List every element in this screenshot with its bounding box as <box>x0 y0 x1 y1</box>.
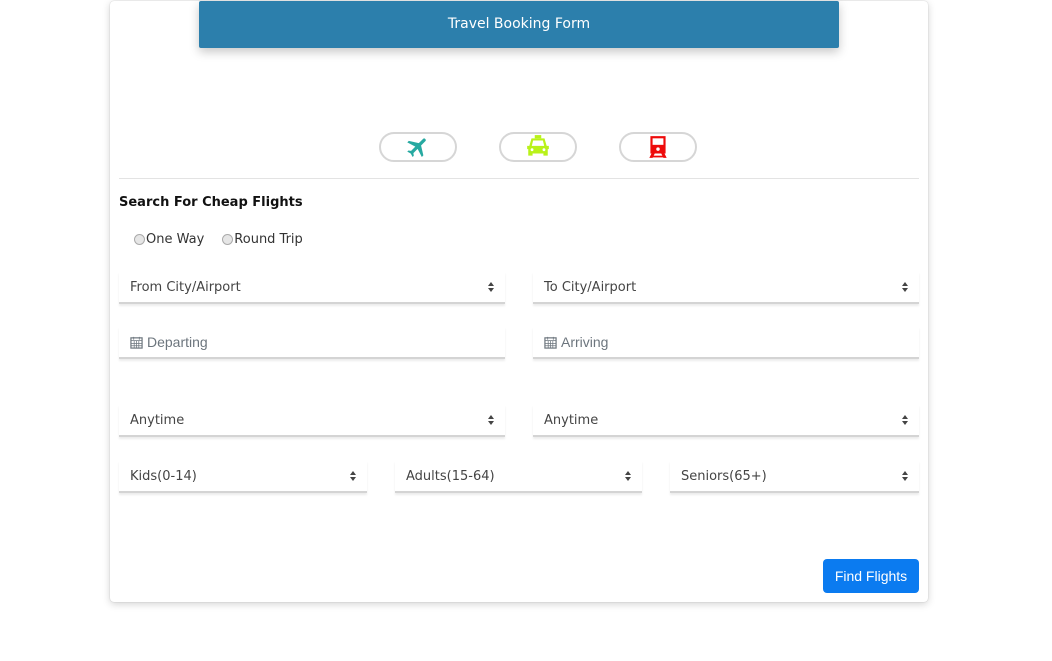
adults-select[interactable]: Adults(15-64) <box>395 461 642 493</box>
train-mode-button[interactable] <box>619 132 697 162</box>
radio-button[interactable] <box>222 234 234 245</box>
sort-arrows-icon <box>902 415 908 425</box>
select-value: From City/Airport <box>130 279 241 295</box>
placeholder-text: Arriving <box>561 334 609 350</box>
radio-label: Round Trip <box>234 232 303 247</box>
page-title: Travel Booking Form <box>199 1 839 48</box>
sort-arrows-icon <box>902 282 908 292</box>
select-value: Anytime <box>130 412 185 428</box>
radio-label: One Way <box>146 232 205 247</box>
taxi-icon <box>527 135 549 156</box>
departing-date-input[interactable]: Departing <box>119 327 505 359</box>
one-way-radio[interactable]: One Way <box>134 232 204 247</box>
find-flights-button[interactable]: Find Flights <box>823 559 919 593</box>
trip-type-group: One Way Round Trip <box>134 232 303 247</box>
sort-arrows-icon <box>902 471 908 481</box>
plane-icon <box>407 138 426 157</box>
radio-button[interactable] <box>134 234 145 245</box>
to-city-select[interactable]: To City/Airport <box>533 272 919 304</box>
from-city-select[interactable]: From City/Airport <box>119 272 505 304</box>
departure-time-select[interactable]: Anytime <box>119 405 505 437</box>
calendar-icon <box>544 336 557 349</box>
kids-select[interactable]: Kids(0-14) <box>119 461 367 493</box>
booking-card: Travel Booking Form Search For Cheap Fli… <box>110 1 928 602</box>
sort-arrows-icon <box>350 471 356 481</box>
placeholder-text: Departing <box>147 334 208 350</box>
sort-arrows-icon <box>488 415 494 425</box>
flight-mode-button[interactable] <box>379 132 457 162</box>
taxi-mode-button[interactable] <box>499 132 577 162</box>
divider <box>119 178 919 179</box>
section-title: Search For Cheap Flights <box>119 195 303 210</box>
sort-arrows-icon <box>625 471 631 481</box>
round-trip-radio[interactable]: Round Trip <box>222 232 303 247</box>
calendar-icon <box>130 336 143 349</box>
select-value: To City/Airport <box>544 279 637 295</box>
select-value: Adults(15-64) <box>406 468 495 484</box>
seniors-select[interactable]: Seniors(65+) <box>670 461 919 493</box>
select-value: Anytime <box>544 412 599 428</box>
select-value: Kids(0-14) <box>130 468 197 484</box>
arriving-date-input[interactable]: Arriving <box>533 327 919 359</box>
arrival-time-select[interactable]: Anytime <box>533 405 919 437</box>
train-icon <box>649 136 667 158</box>
select-value: Seniors(65+) <box>681 468 767 484</box>
sort-arrows-icon <box>488 282 494 292</box>
